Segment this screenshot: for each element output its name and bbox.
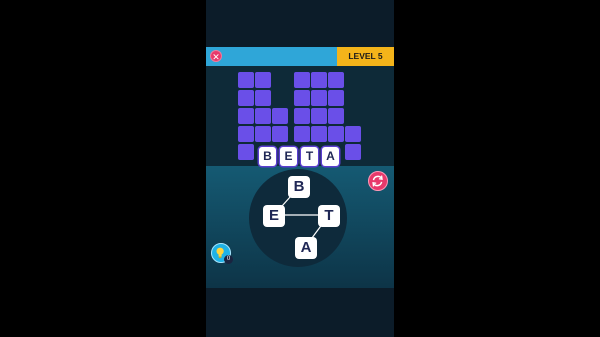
grid-tile: [294, 108, 310, 124]
level-badge: LEVEL 5: [337, 47, 394, 66]
grid-tile: [311, 108, 327, 124]
grid-tile: [345, 126, 361, 142]
grid-tile: [272, 126, 288, 142]
grid-tile: [328, 72, 344, 88]
grid-tile: [328, 90, 344, 106]
preview-letter: B: [259, 147, 276, 166]
wheel-letter[interactable]: A: [295, 237, 317, 259]
close-icon[interactable]: ✕: [210, 50, 222, 62]
grid-tile: [255, 90, 271, 106]
grid-tile: [328, 126, 344, 142]
hint-count-badge: 0: [224, 255, 233, 264]
grid-tile: [328, 108, 344, 124]
grid-tile: [294, 90, 310, 106]
grid-tile: [238, 90, 254, 106]
grid-tile: [272, 108, 288, 124]
bottom-area: [206, 288, 394, 337]
grid-tile: [294, 126, 310, 142]
preview-letter: E: [280, 147, 297, 166]
grid-tile: [255, 108, 271, 124]
grid-tile: [345, 144, 361, 160]
wheel-letter[interactable]: E: [263, 205, 285, 227]
shuffle-icon[interactable]: [368, 171, 388, 191]
wheel-letter[interactable]: T: [318, 205, 340, 227]
preview-letter: T: [301, 147, 318, 166]
grid-tile: [311, 72, 327, 88]
current-word-preview: B E T A: [258, 147, 341, 167]
grid-tile: [255, 126, 271, 142]
grid-tile: [311, 126, 327, 142]
top-bar: ✕ LEVEL 5: [206, 47, 394, 66]
grid-tile: [238, 126, 254, 142]
game-screen: ✕ LEVEL 5 B E T A B E T A 0: [206, 0, 394, 337]
grid-tile: [238, 108, 254, 124]
grid-tile: [238, 144, 254, 160]
letter-wheel[interactable]: B E T A: [249, 169, 347, 267]
grid-tile: [311, 90, 327, 106]
wheel-letter[interactable]: B: [288, 176, 310, 198]
preview-letter: A: [322, 147, 339, 166]
grid-tile: [255, 72, 271, 88]
grid-tile: [238, 72, 254, 88]
grid-tile: [294, 72, 310, 88]
